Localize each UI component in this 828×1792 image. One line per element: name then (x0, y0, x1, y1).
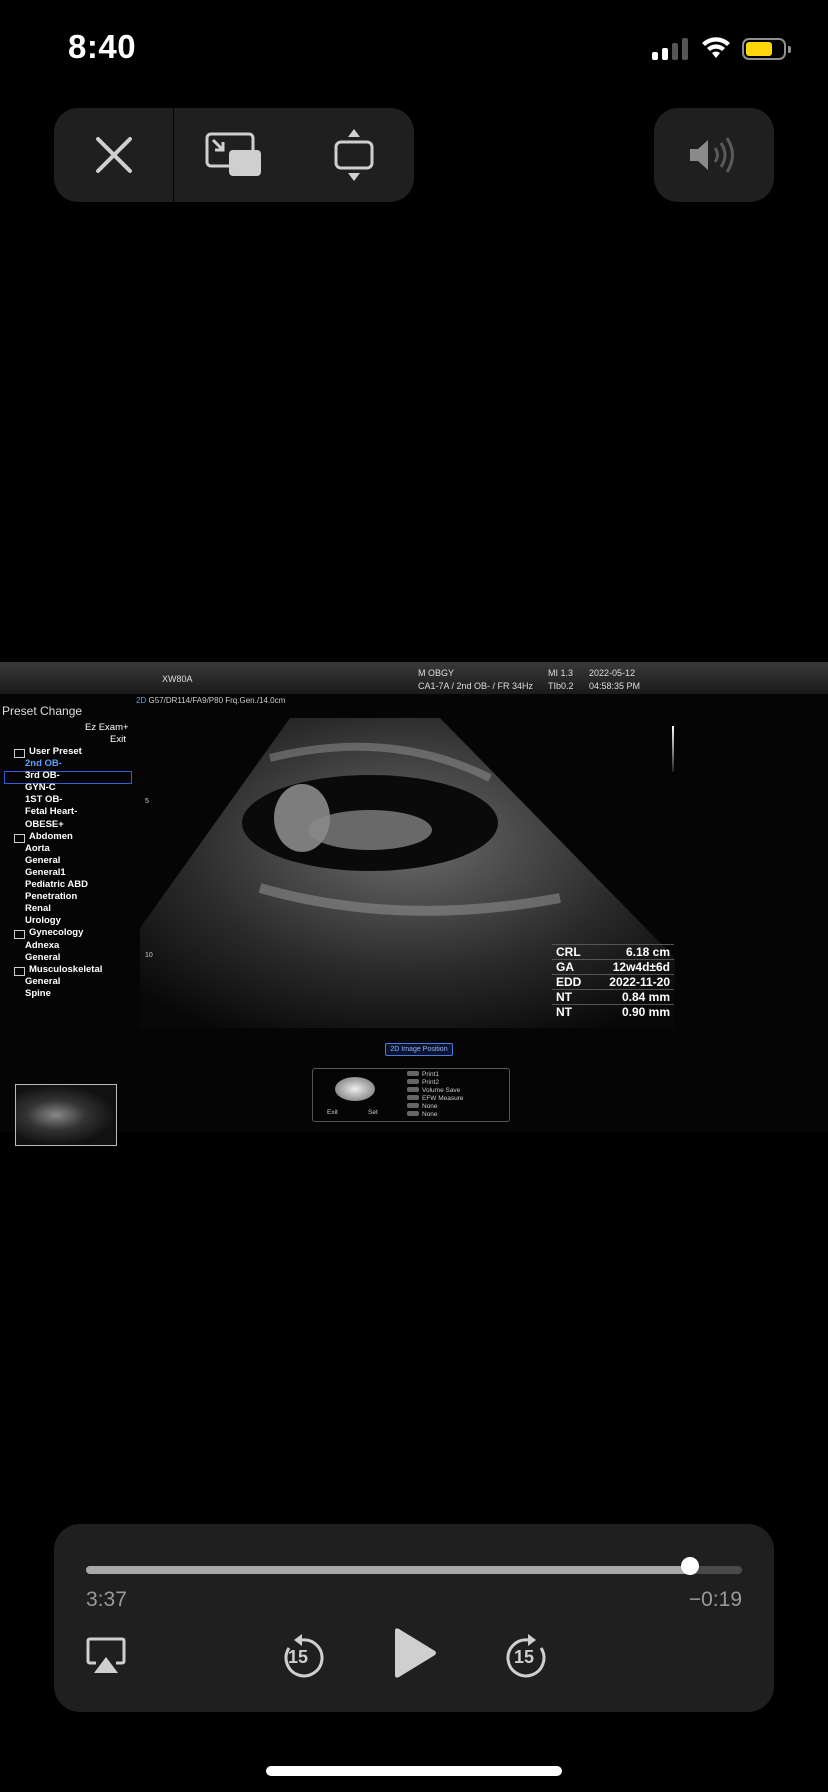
status-time: 8:40 (68, 28, 137, 65)
preset-category: Abdomen (14, 830, 73, 843)
device-model: XW80A (162, 674, 193, 684)
measurement-label: GA (556, 960, 574, 974)
preset-item[interactable]: Penetration (25, 891, 77, 902)
preset-sidebar: Preset Change Ez Exam+ Exit User Preset … (0, 700, 132, 1146)
panel-function-item: Print1 (407, 1071, 439, 1078)
preset-category: Musculoskeletal (13, 963, 103, 976)
params-label: G57/DR114/FA9/P80 Frq.Gen./14.0cm (148, 696, 286, 705)
depth-marker-10: 10 (145, 952, 153, 959)
trackball-icon (335, 1077, 375, 1101)
mi-value: MI 1.3 (548, 668, 574, 678)
mode-label: 2D (136, 696, 147, 705)
resize-button[interactable] (294, 108, 414, 202)
panel-function-item: EFW Measure (407, 1095, 464, 1102)
preset-item[interactable]: General (25, 855, 60, 866)
remaining-time: −0:19 (688, 1588, 742, 1611)
measurement-row: CRL 6.18 cm (552, 944, 674, 959)
picture-in-picture-icon (205, 132, 261, 176)
volume-button[interactable] (654, 108, 774, 202)
measurement-value: 0.84 mm (621, 990, 670, 1004)
cellular-signal-icon (652, 38, 688, 60)
home-indicator[interactable] (266, 1766, 562, 1776)
image-parameters: 2D G57/DR114/FA9/P80 Frq.Gen./14.0cm (136, 696, 285, 705)
panel-function-item: None (407, 1111, 438, 1118)
preset-item[interactable]: General1 (25, 867, 66, 878)
exit-item[interactable]: Exit (110, 734, 126, 745)
measurement-row: GA 12w4d±6d (552, 959, 674, 974)
top-controls (54, 108, 414, 202)
skip-back-button[interactable]: 15 (276, 1630, 328, 1682)
measurement-row: EDD 2022-11-20 (552, 974, 674, 989)
measurement-label: NT (556, 990, 572, 1004)
measurement-value: 12w4d±6d (612, 960, 670, 974)
play-button[interactable] (384, 1622, 444, 1684)
ultrasound-header: XW80A M OBGY CA1-7A / 2nd OB- / FR 34Hz … (0, 662, 828, 694)
measurement-value: 2022-11-20 (609, 975, 670, 989)
play-icon (395, 1628, 436, 1678)
exam-time: 04:58:35 PM (589, 681, 641, 691)
panel-exit-label: Exit (327, 1109, 338, 1116)
preset-item[interactable]: Aorta (25, 843, 50, 854)
skip-forward-button[interactable]: 15 (502, 1630, 554, 1682)
scrubber-track[interactable] (86, 1566, 742, 1574)
elapsed-time: 3:37 (86, 1588, 127, 1611)
picture-in-picture-button[interactable] (174, 108, 294, 202)
preset-item[interactable]: Renal (25, 903, 51, 914)
measurement-table: CRL 6.18 cm GA 12w4d±6d EDD 2022-11-20 NT 0.84 … (552, 944, 674, 1019)
preset-item[interactable]: Adnexa (25, 940, 59, 951)
video-frame: XW80A M OBGY CA1-7A / 2nd OB- / FR 34Hz … (0, 662, 828, 1146)
preset-item[interactable]: Spine (25, 988, 51, 999)
measurement-row: NT 0.90 mm (552, 1004, 674, 1019)
depth-marker-5: 5 (145, 798, 149, 805)
exam-mode: M OBGY (418, 668, 455, 678)
preset-item[interactable]: General (25, 976, 60, 987)
image-thumbnail (15, 1084, 117, 1146)
wifi-icon (700, 34, 732, 65)
scrubber-progress (86, 1566, 690, 1574)
preset-title: Preset Change (2, 704, 83, 718)
scrubber-knob[interactable] (680, 1557, 699, 1575)
preset-item[interactable]: Urology (25, 915, 61, 926)
user-preset-heading: User Preset (14, 746, 82, 758)
preset-item[interactable]: General (25, 952, 60, 963)
panel-function-item: Print2 (407, 1079, 439, 1086)
preset-item[interactable]: 3rd OB- (25, 770, 60, 781)
tib-value: TIb0.2 (548, 681, 574, 691)
panel-function-item: None (407, 1103, 438, 1110)
control-panel: Exit Set Print1 Print2 Volume Save EFW Meas… (312, 1068, 510, 1122)
measurement-value: 0.90 mm (621, 1005, 670, 1019)
preset-item[interactable]: Pediatric ABD (25, 879, 88, 890)
speaker-icon (690, 137, 734, 173)
close-icon (95, 137, 132, 173)
selection-highlight (4, 771, 132, 784)
probe-info: CA1-7A / 2nd OB- / FR 34Hz (418, 681, 534, 691)
grayscale-bar (672, 726, 674, 772)
measurement-label: CRL (556, 945, 581, 959)
skip-forward-label: 15 (514, 1647, 535, 1667)
preset-item[interactable]: GYN-C (25, 782, 56, 793)
airplay-button[interactable] (82, 1632, 130, 1680)
measurement-row: NT 0.84 mm (552, 989, 674, 1004)
preset-item[interactable]: 2nd OB- (25, 758, 62, 769)
airplay-icon (86, 1637, 126, 1673)
battery-icon (742, 38, 791, 60)
resize-icon (334, 129, 374, 181)
preset-item[interactable]: 1ST OB- (25, 794, 62, 805)
playback-controls: 3:37 −0:19 15 15 (54, 1524, 774, 1712)
measurement-label: EDD (556, 975, 582, 989)
panel-function-item: Volume Save (407, 1087, 460, 1094)
skip-back-label: 15 (288, 1647, 309, 1667)
preset-category: Gynecology (13, 927, 84, 940)
measurement-label: NT (556, 1005, 572, 1019)
preset-item[interactable]: Fetal Heart- (25, 806, 77, 817)
image-position-button[interactable]: 2D Image Position (385, 1043, 453, 1056)
panel-set-label: Set (368, 1109, 378, 1116)
close-button[interactable] (54, 108, 173, 202)
exam-date: 2022-05-12 (589, 668, 636, 678)
measurement-value: 6.18 cm (625, 945, 670, 959)
preset-item[interactable]: OBESE+ (25, 819, 64, 830)
ez-exam-item[interactable]: Ez Exam+ (85, 722, 129, 733)
